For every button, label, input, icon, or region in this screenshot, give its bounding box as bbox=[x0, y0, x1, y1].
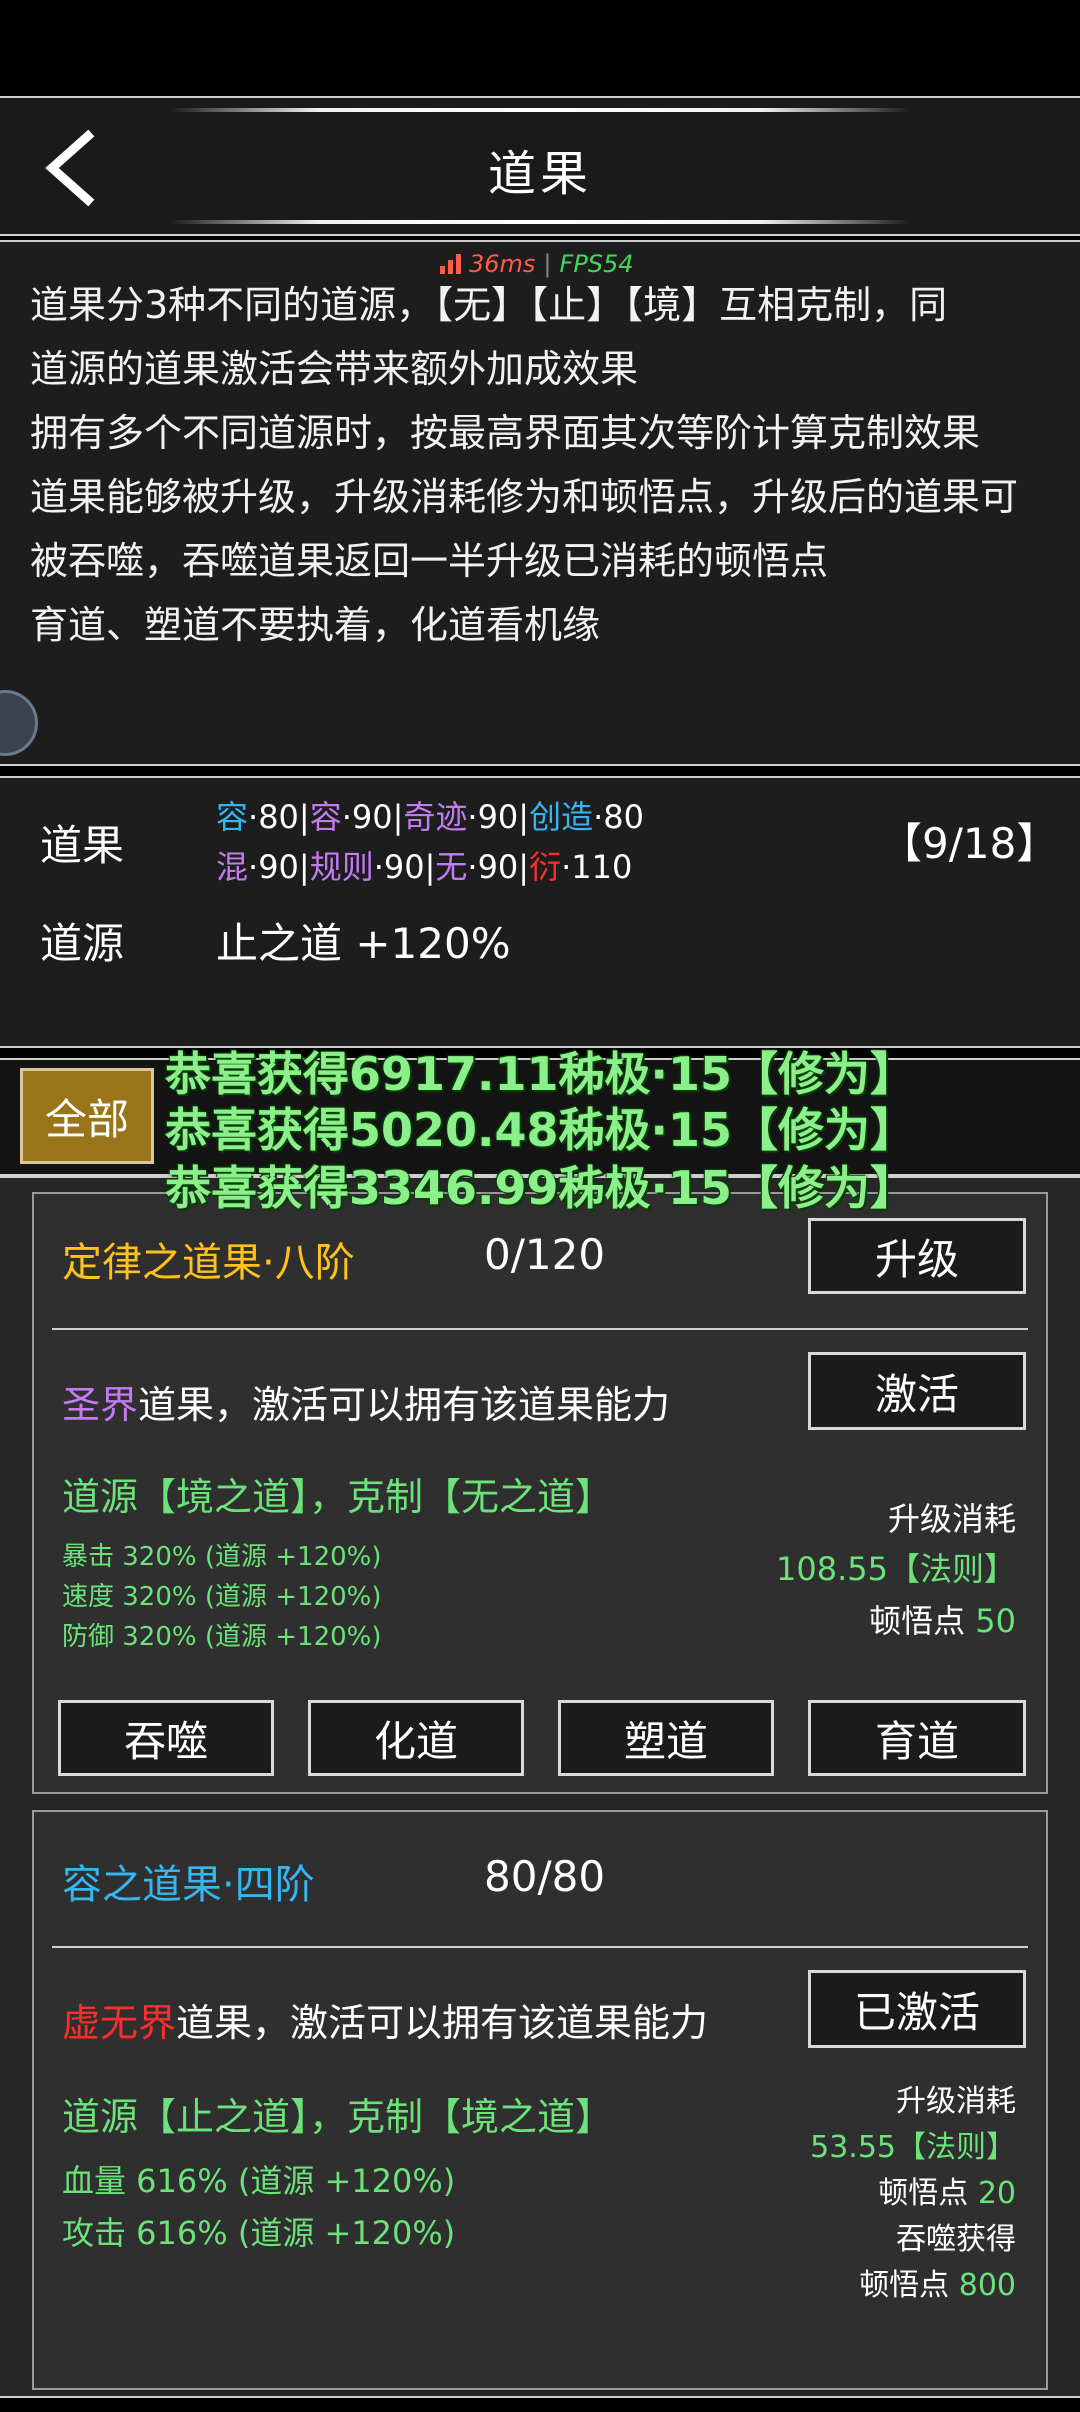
desc-line: 拥有多个不同道源时，按最高界面其次等阶计算克制效果 bbox=[30, 411, 981, 455]
insight-cost: 顿悟点 20 bbox=[878, 2168, 1016, 2212]
daoguo-item-name: 奇迹 bbox=[403, 798, 468, 836]
daoguo-row-1: 容·80|容·90|奇迹·90|创造·80 bbox=[216, 792, 644, 838]
daoguo-item-name: 无 bbox=[435, 848, 468, 886]
fps-text: FPS54 bbox=[559, 250, 634, 278]
devour-insight-value: 800 bbox=[958, 2268, 1016, 2303]
card-divider bbox=[52, 1946, 1028, 1948]
effect-line: 攻击 616% (道源 +120%) bbox=[62, 2214, 456, 2252]
fps-overlay: 36ms | FPS54 bbox=[440, 250, 634, 278]
effect-line: 暴击 320% (道源 +120%) bbox=[62, 1542, 382, 1572]
insight-label: 顿悟点 bbox=[878, 2176, 969, 2211]
upgrade-button[interactable]: 升级 bbox=[808, 1218, 1026, 1294]
card-progress: 80/80 bbox=[484, 1852, 606, 1901]
daoguo-item-level: ·90 bbox=[467, 798, 519, 836]
desc-line: 育道、塑道不要执着，化道看机缘 bbox=[30, 603, 601, 647]
header-glow-top bbox=[170, 108, 910, 112]
signal-icon bbox=[440, 254, 461, 274]
upgrade-cost-label: 升级消耗 bbox=[896, 2084, 1016, 2119]
daoguo-item-name: 容 bbox=[216, 798, 249, 836]
daoguo-card: 定律之道果·八阶 0/120 升级 圣界道果，激活可以拥有该道果能力 激活 道源… bbox=[32, 1192, 1048, 1794]
card-progress: 0/120 bbox=[484, 1230, 606, 1279]
daoguo-item-name: 混 bbox=[216, 848, 249, 886]
ability-text: 道果，激活可以拥有该道果能力 bbox=[176, 2001, 709, 2045]
daoyuan-label: 道源 bbox=[40, 919, 125, 968]
realm-name: 圣界 bbox=[62, 1383, 139, 1427]
realm-name: 虚无界 bbox=[62, 2001, 177, 2045]
desc-line: 被吞噬，吞噬道果返回一半升级已消耗的顿悟点 bbox=[30, 539, 829, 583]
divider: | bbox=[298, 798, 310, 836]
desc-line: 道源的道果激活会带来额外加成效果 bbox=[30, 347, 639, 391]
card-name: 容之道果·四阶 bbox=[62, 1862, 315, 1908]
devour-gain-label: 吞噬获得 bbox=[896, 2222, 1016, 2257]
insight-cost: 顿悟点 50 bbox=[869, 1596, 1016, 1642]
daoguo-row-2: 混·90|规则·90|无·90|衍·110 bbox=[216, 842, 632, 888]
insight-value: 20 bbox=[977, 2176, 1016, 2211]
desc-line: 道果能够被升级，升级消耗修为和顿悟点，升级后的道果可 bbox=[30, 475, 1019, 519]
daoguo-item-level: ·80 bbox=[248, 798, 299, 836]
daoguo-item-level: ·90 bbox=[341, 798, 393, 836]
daoguo-item-level: ·90 bbox=[373, 848, 425, 886]
daoguo-list[interactable]: 定律之道果·八阶 0/120 升级 圣界道果，激活可以拥有该道果能力 激活 道源… bbox=[0, 1176, 1080, 2398]
daoguo-label: 道果 bbox=[40, 821, 125, 870]
divider: | bbox=[518, 848, 530, 886]
effect-line: 防御 320% (道源 +120%) bbox=[62, 1622, 382, 1652]
daoguo-item-level: ·90 bbox=[467, 848, 519, 886]
divider: | bbox=[392, 798, 404, 836]
nurture-button[interactable]: 育道 bbox=[808, 1700, 1026, 1776]
divider: | bbox=[518, 798, 530, 836]
daoguo-item-level: ·90 bbox=[248, 848, 299, 886]
card-ability: 圣界道果，激活可以拥有该道果能力 bbox=[62, 1374, 670, 1429]
shape-button[interactable]: 塑道 bbox=[558, 1700, 774, 1776]
daoguo-item-name: 容 bbox=[309, 798, 342, 836]
card-daoyuan: 道源【止之道】，克制【境之道】 bbox=[62, 2095, 614, 2139]
activate-button[interactable]: 激活 bbox=[808, 1352, 1026, 1430]
reward-toast: 恭喜获得3346.99秭极·15【修为】 bbox=[165, 1161, 917, 1215]
fps-divider: | bbox=[543, 250, 552, 278]
header-bar: 道果 bbox=[0, 96, 1080, 236]
description-panel: 道果分3种不同的道源，【无】【止】【境】互相克制，同 道源的道果激活会带来额外加… bbox=[0, 240, 1080, 766]
divider: | bbox=[424, 848, 436, 886]
daoguo-item-level: ·110 bbox=[561, 848, 633, 886]
latency-text: 36ms bbox=[469, 250, 536, 278]
header-glow-bottom bbox=[170, 220, 910, 224]
card-divider bbox=[52, 1328, 1028, 1330]
floating-handle[interactable] bbox=[0, 690, 38, 756]
insight-value: 50 bbox=[975, 1602, 1016, 1640]
reward-toast: 恭喜获得5020.48秭极·15【修为】 bbox=[165, 1103, 917, 1157]
ability-text: 道果，激活可以拥有该道果能力 bbox=[138, 1383, 671, 1427]
upgrade-cost-value: 108.55【法则】 bbox=[776, 1550, 1016, 1588]
page-title: 道果 bbox=[487, 146, 592, 202]
devour-insight: 顿悟点 800 bbox=[859, 2260, 1016, 2304]
daoyuan-value: 止之道 +120% bbox=[216, 919, 511, 968]
daoguo-item-name: 衍 bbox=[529, 848, 562, 886]
card-ability: 虚无界道果，激活可以拥有该道果能力 bbox=[62, 1992, 708, 2047]
card-daoyuan: 道源【境之道】，克制【无之道】 bbox=[62, 1475, 614, 1519]
devour-insight-label: 顿悟点 bbox=[859, 2268, 950, 2303]
effect-line: 速度 320% (道源 +120%) bbox=[62, 1582, 382, 1612]
stats-panel: 道果 容·80|容·90|奇迹·90|创造·80 混·90|规则·90|无·90… bbox=[0, 776, 1080, 1048]
dissolve-button[interactable]: 化道 bbox=[308, 1700, 524, 1776]
daoguo-item-level: ·80 bbox=[593, 798, 644, 836]
desc-line: 道果分3种不同的道源，【无】【止】【境】互相克制，同 bbox=[30, 283, 948, 327]
daoguo-card: 容之道果·四阶 80/80 虚无界道果，激活可以拥有该道果能力 已激活 道源【止… bbox=[32, 1810, 1048, 2390]
divider: | bbox=[298, 848, 310, 886]
activated-button[interactable]: 已激活 bbox=[808, 1970, 1026, 2048]
card-name: 定律之道果·八阶 bbox=[62, 1240, 355, 1286]
effect-line: 血量 616% (道源 +120%) bbox=[62, 2162, 456, 2200]
upgrade-cost-value: 53.55【法则】 bbox=[810, 2130, 1016, 2165]
devour-button[interactable]: 吞噬 bbox=[58, 1700, 274, 1776]
insight-label: 顿悟点 bbox=[869, 1602, 966, 1640]
tab-all[interactable]: 全部 bbox=[20, 1068, 154, 1164]
daoguo-item-name: 创造 bbox=[529, 798, 594, 836]
daoguo-item-name: 规则 bbox=[309, 848, 374, 886]
upgrade-cost-label: 升级消耗 bbox=[887, 1500, 1016, 1538]
daoguo-count: 【9/18】 bbox=[880, 819, 1059, 868]
